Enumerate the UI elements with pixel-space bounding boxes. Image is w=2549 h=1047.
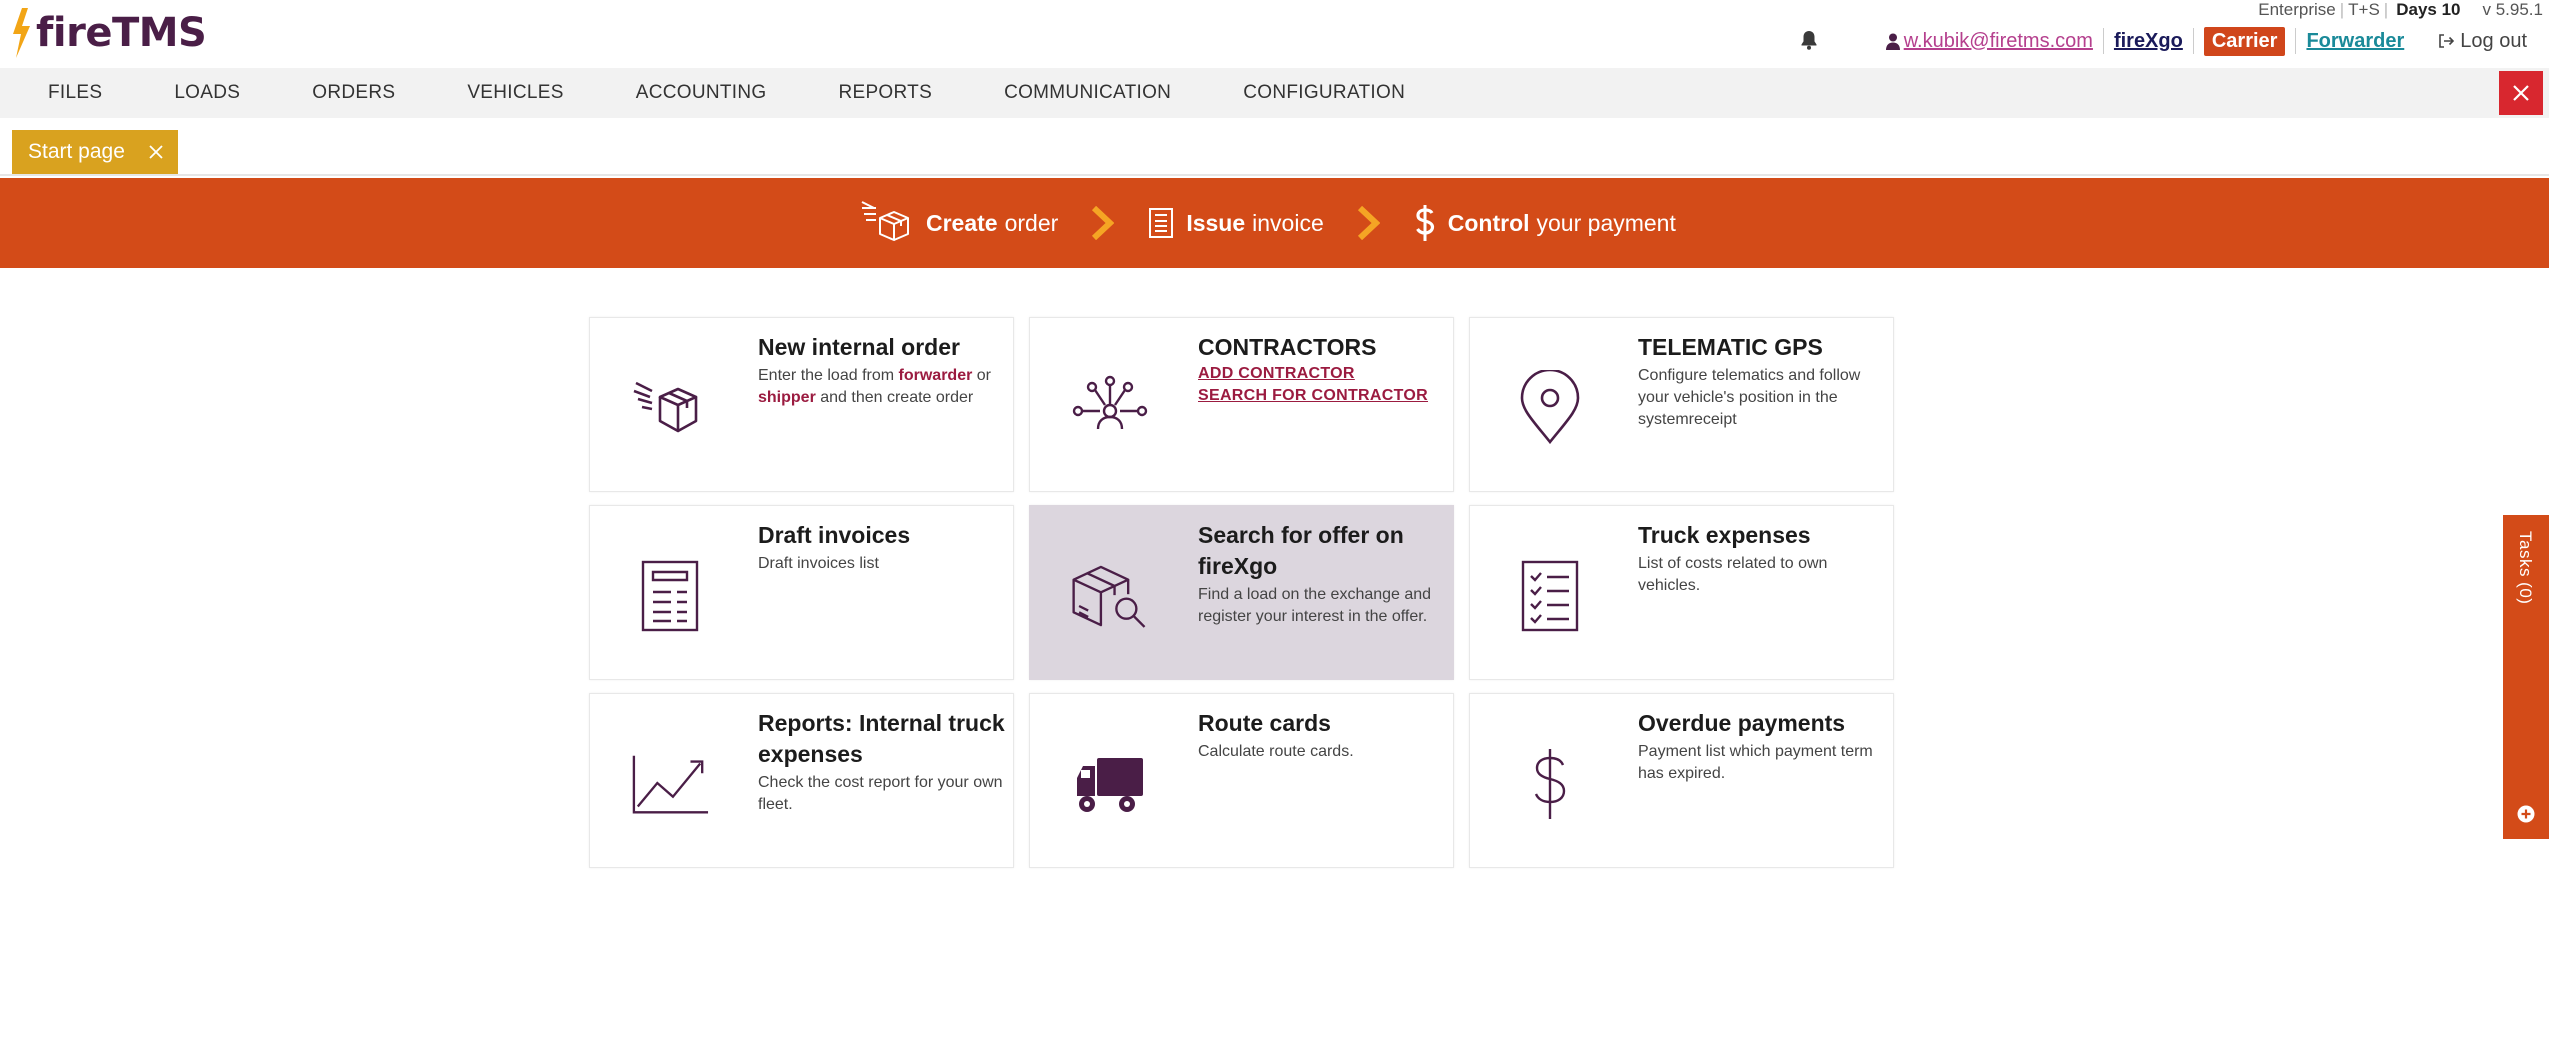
logo-text: fireTMS — [36, 10, 207, 56]
truck-icon — [1077, 758, 1143, 812]
banner-step-bold: Create — [926, 209, 998, 236]
main-navbar: FILES LOADS ORDERS VEHICLES ACCOUNTING R… — [0, 68, 2549, 118]
header: fireTMS Enterprise | T+S | Days 10 v 5.95.1 w… — [0, 0, 2549, 68]
tile-route-cards[interactable]: Route cards Calculate route cards. — [1029, 693, 1454, 868]
nav-item-configuration[interactable]: CONFIGURATION — [1243, 82, 1405, 104]
tile-title: TELEMATIC GPS — [1638, 334, 1823, 360]
package-delivery-icon — [633, 381, 698, 433]
tile-description: Draft invoices list — [758, 555, 879, 572]
firetms-logo[interactable]: fireTMS — [10, 6, 207, 60]
tile-description: List of costs related to own vehicles. — [1638, 555, 1828, 594]
nav-item-orders[interactable]: ORDERS — [312, 82, 395, 104]
nav-item-loads[interactable]: LOADS — [174, 82, 240, 104]
tile-title: Draft invoices — [758, 522, 911, 548]
divider — [2295, 28, 2297, 54]
divider — [2192, 28, 2194, 54]
divider — [2102, 28, 2104, 54]
tasks-label: Tasks (0) — [2516, 531, 2535, 605]
carrier-role-button[interactable]: Carrier — [2203, 26, 2286, 56]
tile-title: CONTRACTORS — [1198, 334, 1377, 360]
nav-item-communication[interactable]: COMMUNICATION — [1004, 82, 1171, 104]
banner-step-text: your payment — [1536, 209, 1676, 236]
banner-step-control-payment[interactable]: Control your payment — [1414, 204, 1676, 242]
workflow-banner: Create order Issue invoice Control your … — [0, 178, 2549, 268]
banner-step-bold: Control — [1447, 209, 1530, 236]
user-icon — [1885, 33, 1900, 50]
map-pin-icon — [1520, 370, 1580, 445]
invoice-icon — [1149, 208, 1174, 238]
nav-item-files[interactable]: FILES — [48, 82, 102, 104]
tile-draft-invoices[interactable]: Draft invoices Draft invoices list — [589, 505, 1014, 680]
search-contractor-link[interactable]: SEARCH FOR CONTRACTOR — [1198, 385, 1446, 407]
chevron-right-icon — [1357, 206, 1380, 240]
tile-title: Reports: Internal truck expenses — [758, 710, 1005, 767]
add-contractor-link[interactable]: ADD CONTRACTOR — [1198, 363, 1446, 385]
chevron-right-icon — [1092, 206, 1115, 240]
package-search-icon — [1072, 565, 1146, 628]
days-label: Days 10 — [2396, 0, 2461, 19]
tile-reports-truck-expenses[interactable]: Reports: Internal truck expenses Check t… — [589, 693, 1014, 868]
tile-title: New internal order — [758, 334, 960, 360]
contractors-network-icon — [1072, 375, 1148, 430]
notifications-bell[interactable] — [1800, 30, 1818, 55]
tile-title: Search for offer on fireXgo — [1198, 522, 1404, 579]
tile-description: Configure telematics and follow your veh… — [1638, 367, 1861, 428]
nav-item-vehicles[interactable]: VEHICLES — [467, 82, 563, 104]
line-chart-icon — [632, 755, 709, 814]
tile-new-internal-order[interactable]: New internal order Enter the load from f… — [589, 317, 1014, 492]
close-icon — [2513, 85, 2529, 101]
tile-description: Find a load on the exchange and register… — [1198, 586, 1432, 625]
tile-title: Overdue payments — [1638, 710, 1846, 736]
tile-description: Enter the load from forwarder or shipper… — [758, 367, 992, 406]
tab-label: Start page — [28, 140, 125, 163]
flame-logo-icon — [13, 8, 30, 58]
user-bar: w.kubik@firetms.com fireXgo Carrier Forw… — [1885, 26, 2527, 56]
banner-step-create-order[interactable]: Create order — [860, 200, 1058, 246]
firexgo-link[interactable]: fireXgo — [2114, 30, 2183, 53]
mode-label: T+S — [2348, 0, 2380, 19]
tasks-side-panel-toggle[interactable]: Tasks (0) — [2503, 515, 2549, 839]
dollar-icon — [1415, 205, 1434, 241]
nav-item-reports[interactable]: REPORTS — [838, 82, 932, 104]
shipper-link[interactable]: shipper — [758, 389, 816, 406]
logout-icon — [2439, 34, 2455, 48]
logout-label: Log out — [2460, 29, 2527, 52]
license-info: Enterprise | T+S | Days 10 v 5.95.1 — [2258, 0, 2544, 19]
tile-telematic-gps[interactable]: TELEMATIC GPS Configure telematics and f… — [1469, 317, 1894, 492]
plan-label: Enterprise — [2258, 0, 2336, 19]
tile-description: Calculate route cards. — [1198, 743, 1354, 760]
tab-start-page[interactable]: Start page — [12, 130, 178, 174]
tile-title: Route cards — [1198, 710, 1331, 736]
tile-search-offer-firexgo[interactable]: Search for offer on fireXgo Find a load … — [1029, 505, 1454, 680]
tile-description: Check the cost report for your own fleet… — [758, 774, 1003, 813]
bell-icon — [1801, 31, 1817, 50]
tile-contractors[interactable]: CONTRACTORS ADD CONTRACTOR SEARCH FOR CO… — [1029, 317, 1454, 492]
plus-circle-icon[interactable] — [2517, 805, 2535, 823]
tab-close-icon[interactable] — [146, 142, 166, 162]
dollar-icon — [1534, 749, 1566, 819]
banner-step-bold: Issue — [1186, 209, 1246, 236]
start-tiles-grid: New internal order Enter the load from f… — [589, 317, 1894, 869]
tile-description: Payment list which payment term has expi… — [1638, 743, 1873, 782]
banner-step-text: invoice — [1252, 209, 1324, 236]
tile-overdue-payments[interactable]: Overdue payments Payment list which paym… — [1469, 693, 1894, 868]
banner-step-issue-invoice[interactable]: Issue invoice — [1148, 207, 1324, 239]
user-email: w.kubik@firetms.com — [1903, 29, 2093, 52]
forwarder-role-link[interactable]: Forwarder — [2306, 30, 2404, 53]
forwarder-link[interactable]: forwarder — [899, 367, 973, 384]
tile-title: Truck expenses — [1638, 522, 1811, 548]
document-list-icon — [641, 560, 699, 632]
version-label: v 5.95.1 — [2482, 0, 2544, 19]
tile-truck-expenses[interactable]: Truck expenses List of costs related to … — [1469, 505, 1894, 680]
close-all-tabs-button[interactable] — [2499, 71, 2543, 115]
checklist-icon — [1521, 560, 1579, 632]
boxes-icon — [861, 201, 909, 241]
banner-step-text: order — [1004, 209, 1059, 236]
nav-item-accounting[interactable]: ACCOUNTING — [636, 82, 767, 104]
user-email-link[interactable]: w.kubik@firetms.com — [1885, 29, 2093, 53]
logout-button[interactable]: Log out — [2438, 30, 2527, 53]
tabs-row: Start page — [0, 118, 2549, 176]
